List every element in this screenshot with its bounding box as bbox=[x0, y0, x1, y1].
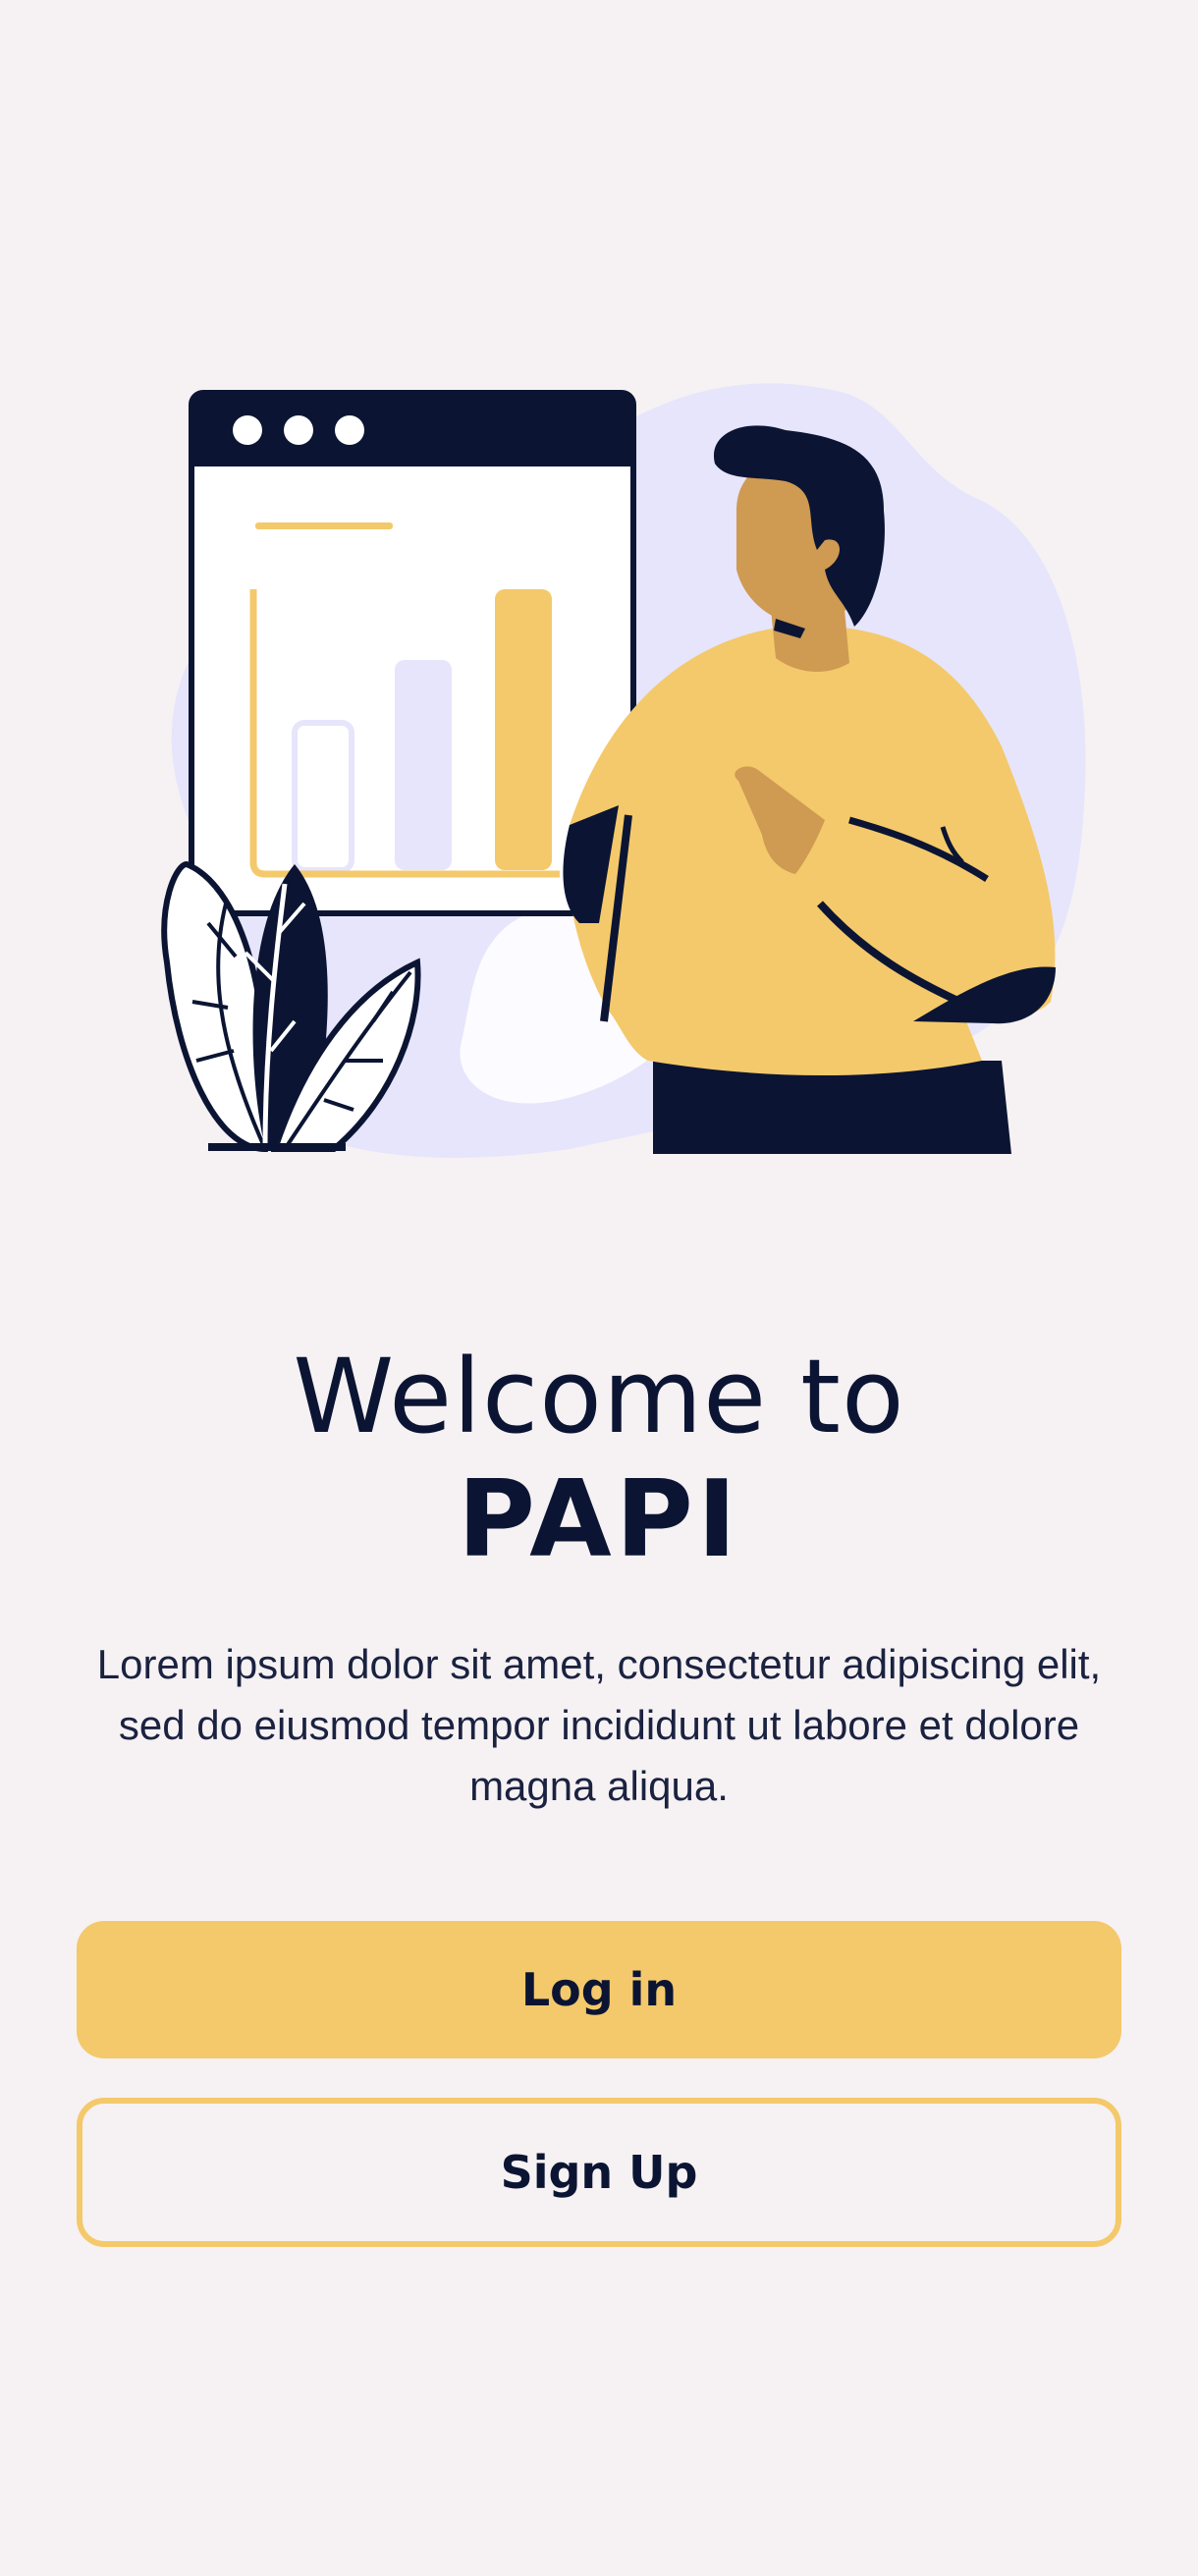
browser-window-icon bbox=[189, 390, 636, 916]
welcome-heading: Welcome to PAPI bbox=[0, 1336, 1198, 1583]
hero-illustration bbox=[98, 373, 1100, 1159]
brand-name: PAPI bbox=[457, 1458, 741, 1581]
signup-button[interactable]: Sign Up bbox=[77, 2098, 1121, 2247]
login-button[interactable]: Log in bbox=[77, 1921, 1121, 2058]
welcome-title: Welcome to bbox=[293, 1337, 905, 1456]
welcome-description: Lorem ipsum dolor sit amet, consectetur … bbox=[96, 1641, 1102, 1809]
